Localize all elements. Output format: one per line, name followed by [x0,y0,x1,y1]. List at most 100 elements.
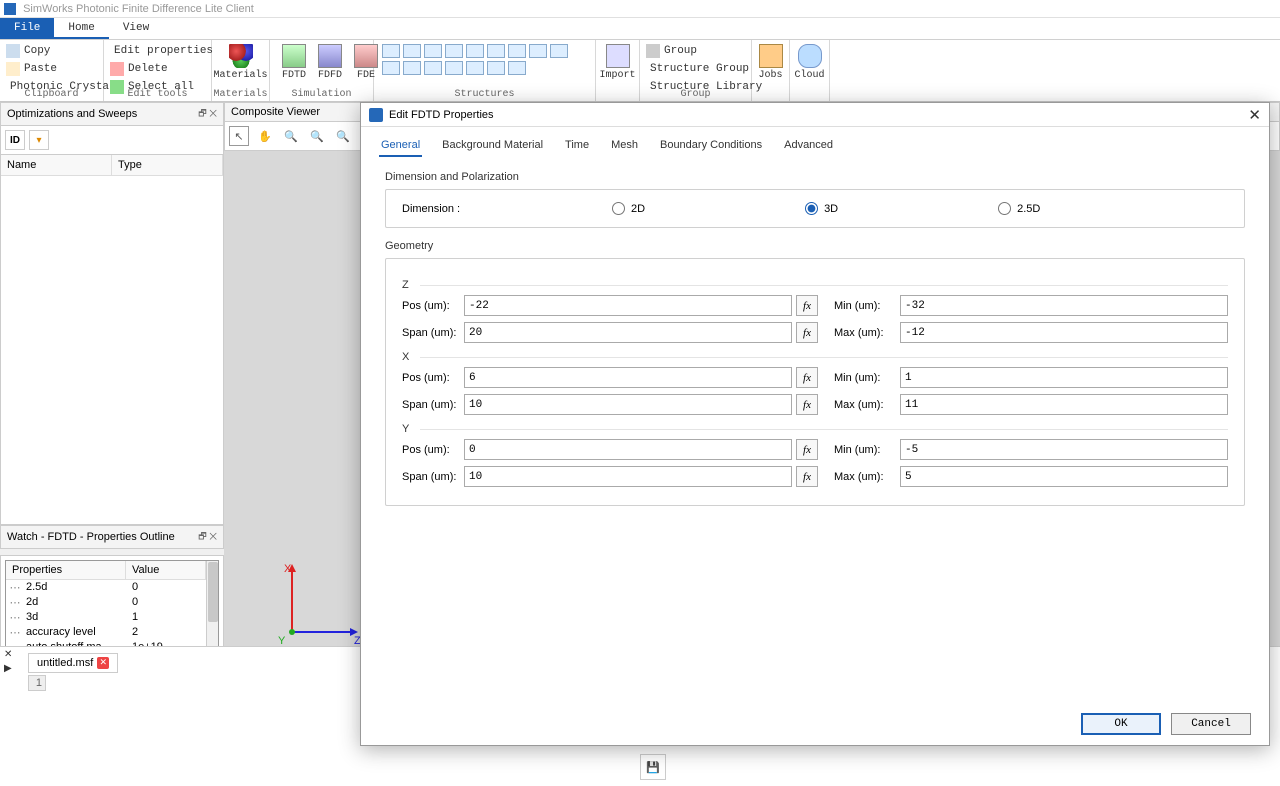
prop-name: 2.5d [24,581,126,594]
zoom-fit-icon[interactable]: 🔍 [333,126,353,146]
shape-icon[interactable] [403,61,421,75]
jobs-button[interactable]: Jobs [758,42,783,83]
cursor-tool-icon[interactable]: ↖ [229,126,249,146]
structure-group-button[interactable]: Structure Group [646,60,745,77]
fx-button[interactable]: fx [796,367,818,388]
group-icon [646,44,660,58]
save-button[interactable]: 💾 [640,754,666,780]
shape-icon[interactable] [508,44,526,58]
editor-close-icon[interactable]: ✕ [4,649,12,660]
paste-button[interactable]: Paste [6,60,97,77]
watch-col-prop[interactable]: Properties [6,561,126,579]
opt-id-button[interactable]: ID [5,130,25,150]
shape-icon[interactable] [550,44,568,58]
fx-button[interactable]: fx [796,295,818,316]
span-label: Span (um): [402,399,460,411]
shape-icon[interactable] [487,61,505,75]
shape-icon[interactable] [508,61,526,75]
shape-icon[interactable] [382,61,400,75]
x-pos-input[interactable] [464,367,792,388]
materials-button[interactable]: Materials [218,42,263,83]
tree-expand-icon[interactable]: ⋯ [6,626,24,639]
prop-value: 1 [126,611,206,624]
radio-2-5d[interactable]: 2.5D [998,202,1040,215]
shape-icon[interactable] [445,44,463,58]
z-span-input[interactable] [464,322,792,343]
tree-expand-icon[interactable]: ⋯ [6,611,24,624]
y-span-input[interactable] [464,466,792,487]
shape-icon[interactable] [445,61,463,75]
zoom-out-icon[interactable]: 🔍 [307,126,327,146]
radio-2d[interactable]: 2D [612,202,645,215]
opt-panel-title: Optimizations and Sweeps [7,108,137,120]
shape-icon[interactable] [382,44,400,58]
fx-button[interactable]: fx [796,439,818,460]
tab-general[interactable]: General [379,135,422,157]
dialog-tabs: General Background Material Time Mesh Bo… [361,127,1269,157]
tab-background-material[interactable]: Background Material [440,135,545,157]
shape-icon[interactable] [424,44,442,58]
shape-icon[interactable] [466,44,484,58]
dialog-close-icon[interactable]: ✕ [1248,106,1261,124]
y-pos-input[interactable] [464,439,792,460]
watch-row[interactable]: ⋯3d1 [6,610,206,625]
tab-time[interactable]: Time [563,135,591,157]
pan-tool-icon[interactable]: ✋ [255,126,275,146]
watch-row[interactable]: ⋯2.5d0 [6,580,206,595]
menu-file[interactable]: File [0,18,54,39]
watch-row[interactable]: ⋯accuracy level2 [6,625,206,640]
shape-icon[interactable] [529,44,547,58]
panel-pin-close[interactable]: 🗗 ✕ [198,529,217,545]
z-pos-input[interactable] [464,295,792,316]
x-max-input[interactable] [900,394,1228,415]
fx-button[interactable]: fx [796,394,818,415]
x-span-input[interactable] [464,394,792,415]
shape-icon[interactable] [466,61,484,75]
editor-play-icon[interactable]: ▶ [4,663,12,674]
tab-mesh[interactable]: Mesh [609,135,640,157]
z-min-input[interactable] [900,295,1228,316]
tab-boundary-conditions[interactable]: Boundary Conditions [658,135,764,157]
svg-text:X: X [284,563,292,575]
delete-button[interactable]: Delete [110,60,205,77]
tree-expand-icon[interactable]: ⋯ [6,581,24,594]
section-dimension-label: Dimension and Polarization [385,171,1245,183]
opt-col-type[interactable]: Type [112,155,223,175]
copy-button[interactable]: Copy [6,42,97,59]
dialog-title-bar[interactable]: Edit FDTD Properties ✕ [361,103,1269,127]
watch-row[interactable]: ⋯2d0 [6,595,206,610]
cancel-button[interactable]: Cancel [1171,713,1251,735]
tab-advanced[interactable]: Advanced [782,135,835,157]
prop-value: 2 [126,626,206,639]
radio-3d[interactable]: 3D [805,202,838,215]
tree-expand-icon[interactable]: ⋯ [6,596,24,609]
watch-col-val[interactable]: Value [126,561,206,579]
y-min-input[interactable] [900,439,1228,460]
file-tab-close-icon[interactable]: ✕ [97,657,109,669]
shape-icon[interactable] [403,44,421,58]
group-button[interactable]: Group [646,42,745,59]
cloud-button[interactable]: Cloud [796,42,823,83]
z-max-input[interactable] [900,322,1228,343]
opt-col-name[interactable]: Name [1,155,112,175]
edit-properties-button[interactable]: Edit properties [110,42,205,59]
zoom-in-icon[interactable]: 🔍 [281,126,301,146]
x-min-input[interactable] [900,367,1228,388]
file-tab[interactable]: untitled.msf ✕ [28,653,118,673]
menu-home[interactable]: Home [54,18,108,39]
ok-button[interactable]: OK [1081,713,1161,735]
structure-shapes[interactable] [380,42,580,77]
panel-pin-close[interactable]: 🗗 ✕ [198,106,217,122]
axis-x-label: X [402,351,1228,363]
shape-icon[interactable] [487,44,505,58]
axis-z-label: Z [402,279,1228,291]
opt-tool-button[interactable]: ▾ [29,130,49,150]
menu-view[interactable]: View [109,18,163,39]
import-button[interactable]: Import [602,42,633,83]
paste-icon [6,62,20,76]
shape-icon[interactable] [424,61,442,75]
fx-button[interactable]: fx [796,322,818,343]
prop-name: 2d [24,596,126,609]
y-max-input[interactable] [900,466,1228,487]
fx-button[interactable]: fx [796,466,818,487]
